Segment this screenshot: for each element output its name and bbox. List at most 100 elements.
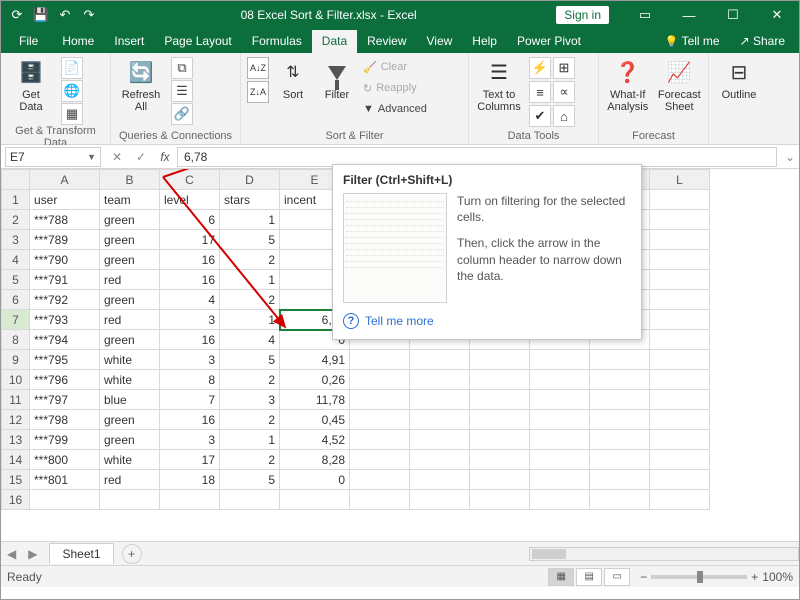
cell[interactable]	[470, 350, 530, 370]
cell[interactable]: ***790	[30, 250, 100, 270]
cell[interactable]	[530, 350, 590, 370]
cell[interactable]: 4,52	[280, 430, 350, 450]
cell[interactable]	[470, 450, 530, 470]
cell[interactable]	[350, 470, 410, 490]
maximize-button[interactable]: ☐	[711, 1, 755, 29]
zoom-in-button[interactable]: +	[751, 570, 758, 584]
reapply-button[interactable]: ↻Reapply	[363, 78, 427, 98]
advanced-filter-button[interactable]: ▼Advanced	[363, 99, 427, 119]
cell[interactable]	[650, 350, 710, 370]
sheet-nav-next-icon[interactable]: ▶	[22, 547, 43, 561]
sign-in-button[interactable]: Sign in	[556, 6, 609, 24]
cell[interactable]: 7	[160, 390, 220, 410]
new-sheet-button[interactable]: +	[122, 544, 142, 564]
cell[interactable]	[650, 230, 710, 250]
cell[interactable]: ***799	[30, 430, 100, 450]
properties-icon[interactable]: ☰	[171, 80, 193, 102]
relationships-icon[interactable]: ∝	[553, 81, 575, 103]
accept-edit-icon[interactable]: ✓	[129, 150, 153, 164]
cell[interactable]: 3	[160, 350, 220, 370]
row-header[interactable]: 10	[2, 370, 30, 390]
row-header[interactable]: 1	[2, 190, 30, 210]
share-button[interactable]: ↗ Share	[730, 30, 795, 53]
cell[interactable]: 1	[220, 310, 280, 330]
cell[interactable]: ***792	[30, 290, 100, 310]
cell[interactable]: 16	[160, 330, 220, 350]
cell[interactable]	[650, 190, 710, 210]
cell[interactable]	[650, 310, 710, 330]
ribbon-options-icon[interactable]: ▭	[623, 1, 667, 29]
tab-formulas[interactable]: Formulas	[242, 30, 312, 53]
cell[interactable]: green	[100, 410, 160, 430]
cell[interactable]: 5	[220, 230, 280, 250]
tab-power-pivot[interactable]: Power Pivot	[507, 30, 591, 53]
cell[interactable]	[470, 370, 530, 390]
cell[interactable]: level	[160, 190, 220, 210]
what-if-button[interactable]: ❓ What-If Analysis	[605, 57, 651, 113]
cell[interactable]: blue	[100, 390, 160, 410]
cell[interactable]: 2	[220, 450, 280, 470]
cell[interactable]	[470, 490, 530, 510]
cell[interactable]	[410, 470, 470, 490]
cell[interactable]	[350, 490, 410, 510]
cell[interactable]: ***794	[30, 330, 100, 350]
cell[interactable]	[590, 490, 650, 510]
cell[interactable]: 0	[280, 470, 350, 490]
column-header[interactable]: B	[100, 170, 160, 190]
cell[interactable]: ***800	[30, 450, 100, 470]
cell[interactable]: 4,91	[280, 350, 350, 370]
column-header[interactable]: A	[30, 170, 100, 190]
cell[interactable]	[410, 450, 470, 470]
cell[interactable]: 5	[220, 470, 280, 490]
refresh-all-button[interactable]: 🔄 Refresh All	[117, 57, 165, 113]
cell[interactable]: green	[100, 250, 160, 270]
consolidate-icon[interactable]: ⊞	[553, 57, 575, 79]
tab-view[interactable]: View	[417, 30, 463, 53]
save-icon[interactable]: 💾	[29, 3, 53, 27]
cell[interactable]	[530, 490, 590, 510]
cell[interactable]	[590, 450, 650, 470]
close-button[interactable]: ✕	[755, 1, 799, 29]
cell[interactable]: 16	[160, 250, 220, 270]
data-validation-icon[interactable]: ✔	[529, 105, 551, 127]
cell[interactable]	[280, 490, 350, 510]
from-table-icon[interactable]: ▦	[61, 103, 83, 125]
cell[interactable]	[410, 410, 470, 430]
zoom-slider[interactable]	[651, 575, 747, 579]
cell[interactable]: 5	[220, 350, 280, 370]
cell[interactable]	[410, 430, 470, 450]
cell[interactable]: red	[100, 270, 160, 290]
row-header[interactable]: 11	[2, 390, 30, 410]
row-header[interactable]: 3	[2, 230, 30, 250]
cell[interactable]: ***795	[30, 350, 100, 370]
row-header[interactable]: 7	[2, 310, 30, 330]
sort-desc-button[interactable]: Z↓A	[247, 81, 269, 103]
cell[interactable]: red	[100, 470, 160, 490]
cell[interactable]	[410, 350, 470, 370]
cell[interactable]: ***793	[30, 310, 100, 330]
column-header[interactable]: L	[650, 170, 710, 190]
cell[interactable]	[410, 390, 470, 410]
cell[interactable]	[530, 410, 590, 430]
cell[interactable]: 1	[220, 270, 280, 290]
row-header[interactable]: 9	[2, 350, 30, 370]
cell[interactable]	[590, 470, 650, 490]
cell[interactable]	[650, 490, 710, 510]
cell[interactable]: 0,26	[280, 370, 350, 390]
tab-data[interactable]: Data	[312, 30, 357, 53]
from-text-icon[interactable]: 📄	[61, 57, 83, 79]
formula-bar-expand-icon[interactable]: ⌄	[781, 150, 799, 164]
row-header[interactable]: 12	[2, 410, 30, 430]
row-header[interactable]: 5	[2, 270, 30, 290]
name-box[interactable]: E7 ▼	[5, 147, 101, 167]
cell[interactable]: 0,45	[280, 410, 350, 430]
cell[interactable]: 2	[220, 290, 280, 310]
cell[interactable]	[470, 390, 530, 410]
sort-button[interactable]: ⇅ Sort	[275, 57, 311, 101]
flash-fill-icon[interactable]: ⚡	[529, 57, 551, 79]
column-header[interactable]: D	[220, 170, 280, 190]
tab-help[interactable]: Help	[462, 30, 507, 53]
cell[interactable]: ***788	[30, 210, 100, 230]
cell[interactable]: 6	[160, 210, 220, 230]
cell[interactable]: 2	[220, 370, 280, 390]
